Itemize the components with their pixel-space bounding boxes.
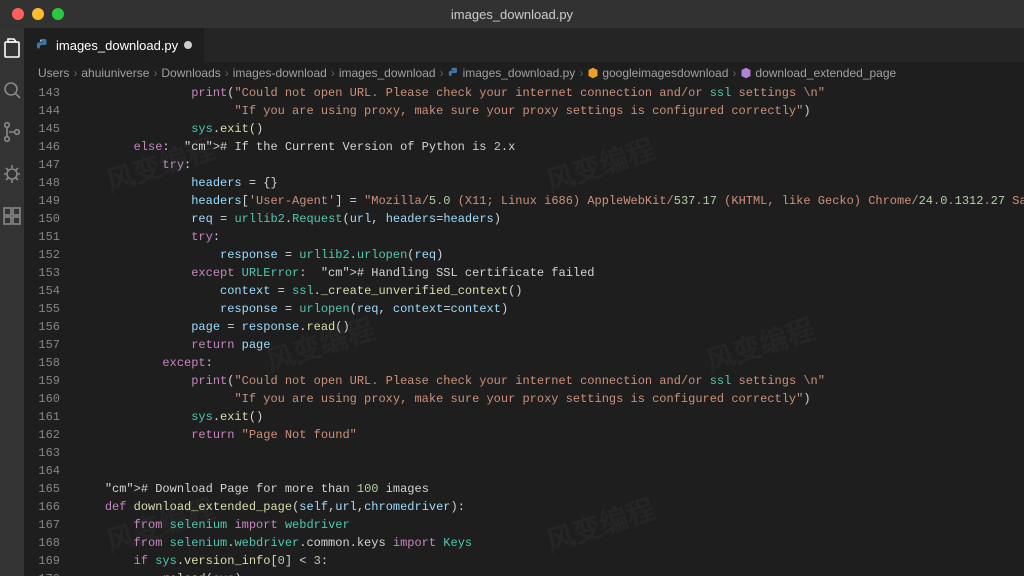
explorer-icon[interactable] (0, 36, 24, 60)
titlebar: images_download.py (0, 0, 1024, 28)
line-number-gutter: 1431441451461471481491501511521531541551… (24, 84, 76, 576)
breadcrumb-class[interactable]: googleimagesdownload (587, 66, 728, 80)
extensions-icon[interactable] (0, 204, 24, 228)
modified-indicator-icon (184, 41, 192, 49)
breadcrumb[interactable]: Users› ahuiuniverse› Downloads› images-d… (24, 62, 1024, 84)
tab-images-download[interactable]: images_download.py (24, 28, 205, 62)
python-file-icon (36, 38, 50, 52)
breadcrumb-method[interactable]: download_extended_page (740, 66, 896, 80)
breadcrumb-file[interactable]: images_download.py (448, 66, 576, 80)
source-control-icon[interactable] (0, 120, 24, 144)
debug-icon[interactable] (0, 162, 24, 186)
code-editor[interactable]: 1431441451461471481491501511521531541551… (24, 84, 1024, 576)
activity-bar (0, 28, 24, 576)
tab-bar: images_download.py (24, 28, 1024, 62)
search-icon[interactable] (0, 78, 24, 102)
code-content[interactable]: print("Could not open URL. Please check … (76, 84, 1024, 576)
tab-label: images_download.py (56, 38, 178, 53)
window-title: images_download.py (0, 7, 1024, 22)
